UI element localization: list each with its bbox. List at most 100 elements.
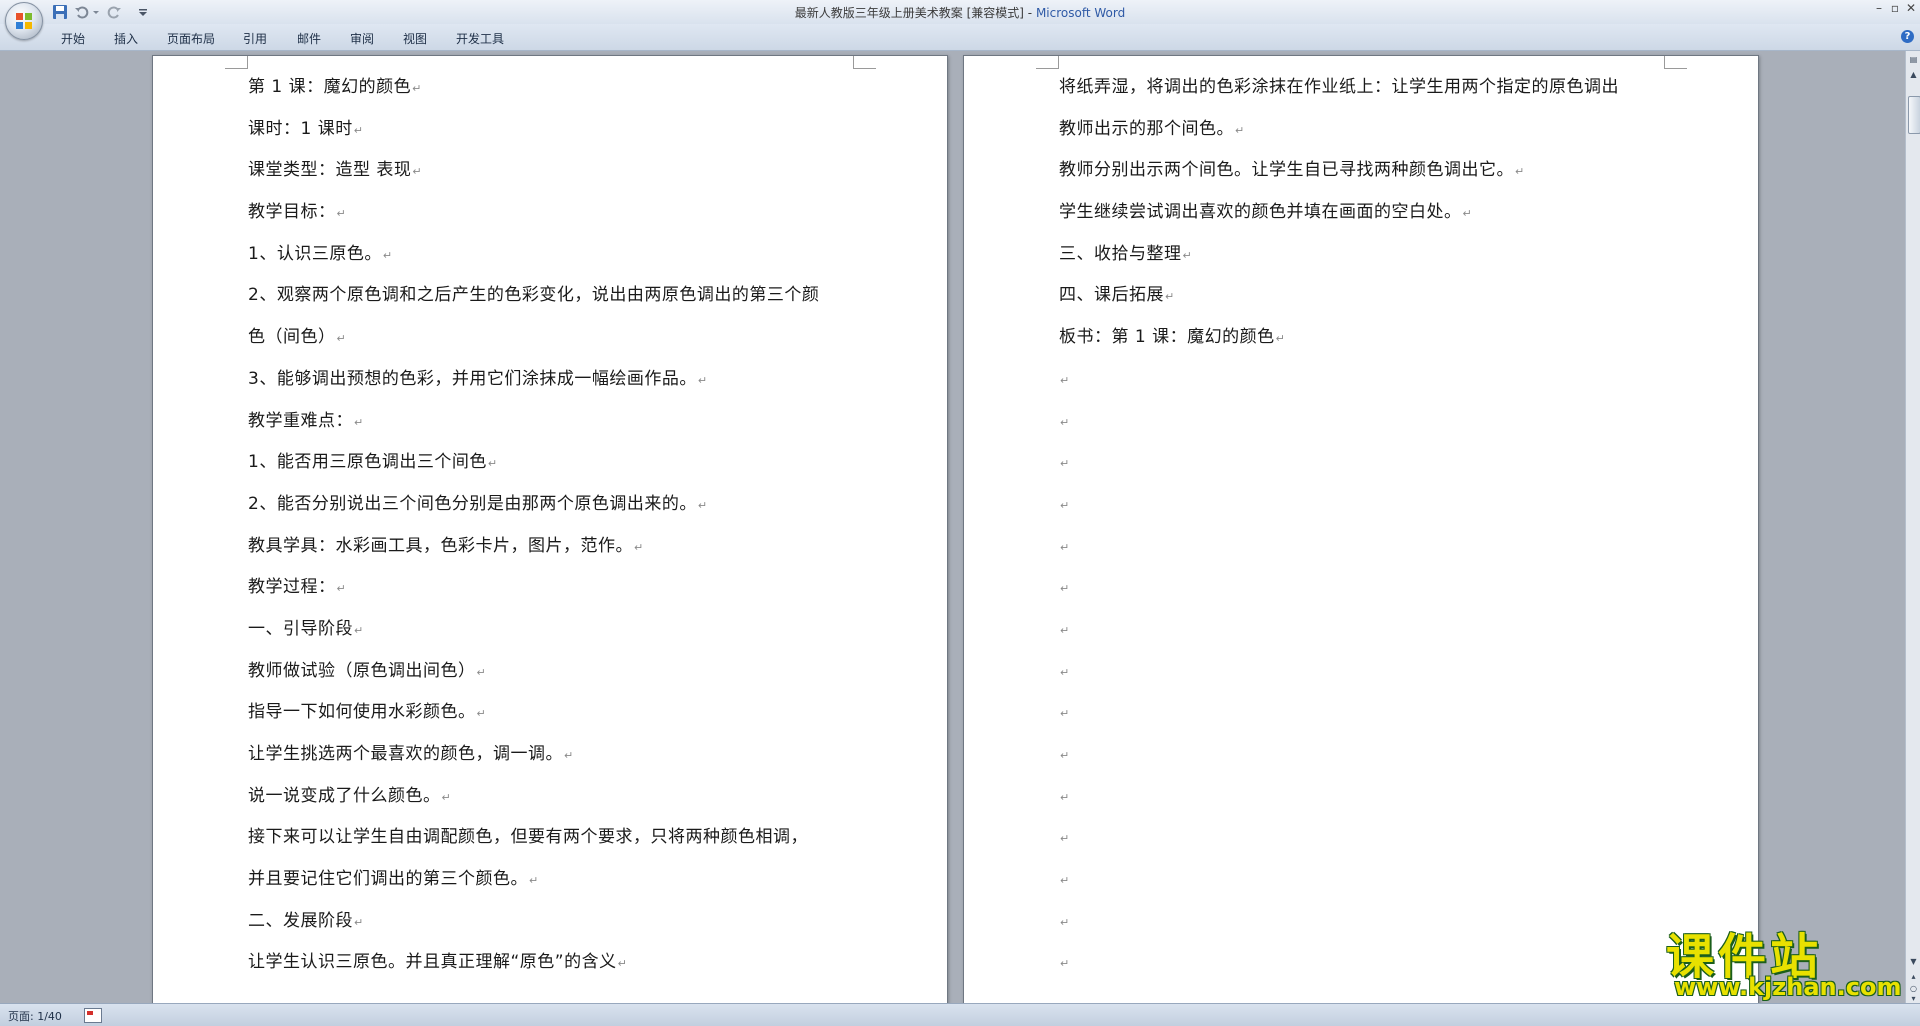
paragraph-text: 色（间色）	[248, 327, 336, 348]
close-button[interactable]: ✕	[1900, 0, 1920, 18]
paragraph-mark-icon: ↵	[441, 790, 452, 804]
crop-mark	[225, 56, 248, 69]
paragraph-mark-icon: ↵	[1060, 498, 1070, 512]
help-icon[interactable]: ?	[1901, 30, 1914, 43]
paragraph-text: 课堂类型：造型 表现	[248, 160, 412, 181]
tab-references[interactable]: 引用	[243, 30, 267, 47]
paragraph-text: 教学过程：	[248, 577, 336, 598]
paragraph-mark-icon: ↵	[1060, 832, 1070, 846]
paragraph-line: 课时：1 课时↵	[248, 114, 819, 156]
window-title: 最新人教版三年级上册美术教案 [兼容模式] - Microsoft Word	[0, 4, 1920, 21]
paragraph-line: 学生继续尝试调出喜欢的颜色并填在画面的空白处。↵	[1059, 197, 1619, 239]
paragraph-text: 板书：第 1 课：魔幻的颜色	[1059, 327, 1275, 348]
paragraph-line: 二、发展阶段↵	[248, 906, 819, 948]
paragraph-line: 四、课后拓展↵	[1059, 280, 1619, 322]
office-button[interactable]	[5, 2, 43, 40]
paragraph-line: ↵	[1059, 531, 1619, 573]
tab-view[interactable]: 视图	[403, 30, 427, 47]
scroll-up-icon[interactable]: ▲	[1908, 69, 1919, 80]
paragraph-mark-icon: ↵	[412, 165, 423, 179]
paragraph-line: 板书：第 1 课：魔幻的颜色↵	[1059, 322, 1619, 364]
paragraph-text: 让学生挑选两个最喜欢的颜色，调一调。	[248, 744, 563, 764]
paragraph-mark-icon: ↵	[564, 749, 574, 762]
paragraph-mark-icon: ↵	[1060, 623, 1070, 637]
paragraph-mark-icon: ↵	[1060, 457, 1070, 471]
paragraph-mark-icon: ↵	[476, 707, 487, 721]
crop-mark	[1664, 56, 1687, 69]
paragraph-mark-icon: ↵	[354, 915, 364, 929]
paragraph-line: 并且要记住它们调出的第三个颜色。↵	[248, 864, 819, 906]
paragraph-text: 3、能够调出预想的色彩，并用它们涂抹成一幅绘画作品。	[248, 368, 697, 389]
paragraph-text: 教师分别出示两个间色。让学生自已寻找两种颜色调出它。	[1059, 160, 1514, 181]
page-count-indicator[interactable]: 页面: 1/40	[8, 1008, 62, 1024]
title-separator: -	[1023, 6, 1036, 20]
paragraph-line: 色（间色）↵	[248, 322, 819, 364]
paragraph-mark-icon: ↵	[1060, 373, 1070, 387]
paragraph-text: 将纸弄湿，将调出的色彩涂抹在作业纸上：让学生用两个指定的原色调出	[1059, 77, 1619, 97]
paragraph-line: 教师做试验（原色调出间色）↵	[248, 656, 819, 698]
paragraph-text: 2、能否分别说出三个间色分别是由那两个原色调出来的。	[248, 493, 697, 514]
paragraph-mark-icon: ↵	[354, 415, 364, 429]
paragraph-line: 2、观察两个原色调和之后产生的色彩变化，说出由两原色调出的第三个颜	[248, 280, 819, 322]
crop-mark	[853, 56, 876, 69]
paragraph-line: ↵	[1059, 406, 1619, 448]
paragraph-mark-icon: ↵	[1182, 248, 1193, 262]
paragraph-text: 教学重难点：	[248, 410, 353, 431]
paragraph-mark-icon: ↵	[1235, 123, 1245, 137]
paragraph-mark-icon: ↵	[1462, 207, 1473, 221]
paragraph-mark-icon: ↵	[1060, 957, 1070, 971]
tab-review[interactable]: 审阅	[350, 30, 374, 47]
paragraph-text: 三、收拾与整理	[1059, 243, 1182, 264]
paragraph-line: 让学生认识三原色。并且真正理解“原色”的含义↵	[248, 947, 819, 989]
paragraph-mark-icon: ↵	[476, 665, 487, 679]
vertical-scrollbar[interactable]: ▤ ▲ ▼ ▴ ○ ▾	[1905, 51, 1920, 1003]
paragraph-mark-icon: ↵	[1060, 790, 1070, 804]
ribbon-tabs: 开始 插入 页面布局 引用 邮件 审阅 视图 开发工具 ?	[0, 24, 1920, 51]
paragraph-line: ↵	[1059, 614, 1619, 656]
paragraph-text: 1、认识三原色。	[248, 243, 382, 264]
tab-home[interactable]: 开始	[61, 30, 85, 47]
paragraph-line: 1、能否用三原色调出三个间色↵	[248, 447, 819, 489]
proofing-status-icon[interactable]	[84, 1008, 102, 1023]
paragraph-line: 说一说变成了什么颜色。↵	[248, 781, 819, 823]
paragraph-text: 说一说变成了什么颜色。	[248, 785, 441, 806]
paragraph-line: ↵	[1059, 572, 1619, 614]
paragraph-mark-icon: ↵	[697, 373, 708, 387]
scroll-thumb[interactable]	[1908, 96, 1920, 134]
paragraph-mark-icon: ↵	[1060, 874, 1070, 888]
paragraph-text: 教学目标：	[248, 202, 336, 223]
previous-page-icon[interactable]: ▴	[1908, 971, 1919, 982]
tab-mailings[interactable]: 邮件	[297, 30, 321, 47]
paragraph-line: 第 1 课：魔幻的颜色↵	[248, 72, 819, 114]
paragraph-mark-icon: ↵	[1515, 165, 1525, 179]
ruler-toggle-icon[interactable]: ▤	[1908, 54, 1919, 65]
watermark-url: www.kjzhan.com	[1674, 973, 1902, 1001]
paragraph-line: 教具学具：水彩画工具，色彩卡片，图片，范作。↵	[248, 531, 819, 573]
paragraph-text: 教具学具：水彩画工具，色彩卡片，图片，范作。	[248, 535, 633, 556]
paragraph-mark-icon: ↵	[382, 248, 393, 262]
paragraph-mark-icon: ↵	[1060, 415, 1070, 429]
paragraph-line: ↵	[1059, 489, 1619, 531]
paragraph-text: 并且要记住它们调出的第三个颜色。	[248, 869, 528, 890]
crop-mark	[1036, 56, 1059, 69]
paragraph-line: ↵	[1059, 656, 1619, 698]
paragraph-text: 第 1 课：魔幻的颜色	[248, 77, 412, 97]
paragraph-mark-icon: ↵	[487, 457, 498, 471]
paragraph-mark-icon: ↵	[412, 82, 422, 95]
tab-developer[interactable]: 开发工具	[456, 30, 504, 47]
application-name: Microsoft Word	[1035, 6, 1126, 20]
paragraph-line: 接下来可以让学生自由调配颜色，但要有两个要求，只将两种颜色相调，	[248, 822, 819, 864]
paragraph-text: 学生继续尝试调出喜欢的颜色并填在画面的空白处。	[1059, 202, 1462, 223]
paragraph-line: ↵	[1059, 947, 1619, 989]
paragraph-line: 教学过程：↵	[248, 572, 819, 614]
paragraph-mark-icon: ↵	[336, 207, 347, 221]
tab-page-layout[interactable]: 页面布局	[167, 30, 215, 47]
paragraph-mark-icon: ↵	[1275, 332, 1286, 346]
document-page-right[interactable]: 将纸弄湿，将调出的色彩涂抹在作业纸上：让学生用两个指定的原色调出 教师出示的那个间…	[963, 55, 1759, 1003]
scroll-down-icon[interactable]: ▼	[1908, 956, 1919, 967]
tab-insert[interactable]: 插入	[114, 30, 138, 47]
document-page-left[interactable]: 第 1 课：魔幻的颜色↵ 课时：1 课时↵ 课堂类型：造型 表现↵ 教学目标：↵ 1、认…	[152, 55, 948, 1003]
paragraph-line: 教师分别出示两个间色。让学生自已寻找两种颜色调出它。↵	[1059, 155, 1619, 197]
paragraph-text: 指导一下如何使用水彩颜色。	[248, 702, 476, 723]
paragraph-line: 课堂类型：造型 表现↵	[248, 155, 819, 197]
